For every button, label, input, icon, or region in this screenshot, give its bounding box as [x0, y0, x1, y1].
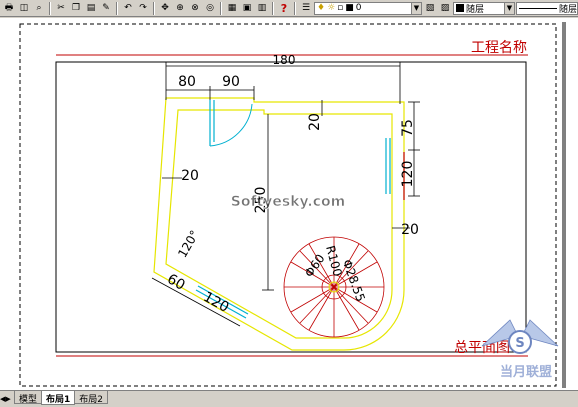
chevron-down-icon[interactable]: ▼ [504, 2, 514, 14]
watermark-text: Softyesky.com [231, 194, 345, 210]
zoom-previous-icon[interactable]: ◎ [203, 1, 217, 15]
properties-icon[interactable]: ▦ [225, 1, 239, 15]
linetype-dropdown[interactable]: 随层 [516, 1, 578, 15]
print-icon[interactable]: 🖶 [2, 1, 16, 15]
design-center-icon[interactable]: ▣ [240, 1, 254, 15]
logo-text: 当月联盟 [500, 364, 552, 380]
dim-right-top: 75 [400, 119, 416, 137]
layout-canvas[interactable]: 工程名称 总平面图 180 80 90 75 120 20 250 20 20 … [0, 18, 578, 390]
layer-bulb-icon: ♦ [317, 3, 326, 13]
color-value: 随层 [466, 4, 485, 15]
layer-previous-icon[interactable]: ▨ [438, 1, 452, 15]
zoom-window-icon[interactable]: ⊗ [188, 1, 202, 15]
dim-top-left: 80 [178, 74, 196, 90]
layout-tabs: ◀▶ 模型 布局1 布局2 [0, 390, 578, 407]
title-project-name: 工程名称 [471, 40, 527, 56]
tab-layout1[interactable]: 布局1 [41, 391, 76, 405]
paste-icon[interactable]: ▤ [84, 1, 98, 15]
drawing-svg: 工程名称 总平面图 180 80 90 75 120 20 250 20 20 … [0, 18, 578, 390]
layers-icon[interactable]: ☰ [299, 1, 313, 15]
plot-preview-icon[interactable]: ◫ [17, 1, 31, 15]
cut-icon[interactable]: ✂ [54, 1, 68, 15]
cad-window: 🖶 ◫ ⌕ ✂ ❐ ▤ ✎ ↶ ↷ ✥ ⊕ ⊗ ◎ ▦ ▣ ▥ ? ☰ ♦ ☼ … [0, 0, 578, 407]
find-icon[interactable]: ⌕ [32, 1, 46, 15]
help-button[interactable]: ? [277, 1, 291, 15]
svg-text:S: S [515, 336, 524, 351]
match-properties-icon[interactable]: ✎ [99, 1, 113, 15]
chevron-down-icon[interactable]: ▼ [411, 2, 421, 14]
tab-model[interactable]: 模型 [14, 391, 43, 405]
color-dropdown[interactable]: 随层 ▼ [453, 1, 515, 15]
tab-layout2[interactable]: 布局2 [74, 391, 109, 405]
dim-right-mid: 120 [400, 161, 416, 188]
dim-upper-20: 20 [307, 113, 323, 131]
layer-sun-icon: ☼ [327, 3, 336, 13]
layer-value: 0 [355, 3, 362, 13]
dim-top-overall: 180 [273, 53, 296, 67]
title-plan: 总平面图 [454, 340, 510, 356]
zoom-realtime-icon[interactable]: ⊕ [173, 1, 187, 15]
dim-top-right: 90 [222, 74, 240, 90]
pan-icon[interactable]: ✥ [158, 1, 172, 15]
copy-icon[interactable]: ❐ [69, 1, 83, 15]
redo-icon[interactable]: ↷ [136, 1, 150, 15]
linetype-value: 随层 [558, 4, 577, 15]
layer-color-icon: ■ [345, 3, 354, 13]
layer-lock-icon: ▫ [337, 3, 344, 13]
undo-icon[interactable]: ↶ [121, 1, 135, 15]
make-layer-current-icon[interactable]: ▧ [423, 1, 437, 15]
layer-dropdown[interactable]: ♦ ☼ ▫ ■ 0 ▼ [314, 1, 422, 15]
tool-palette-icon[interactable]: ▥ [255, 1, 269, 15]
dim-right-20: 20 [401, 222, 419, 238]
color-swatch [456, 4, 464, 12]
standard-toolbar: 🖶 ◫ ⌕ ✂ ❐ ▤ ✎ ↶ ↷ ✥ ⊕ ⊗ ◎ ▦ ▣ ▥ ? ☰ ♦ ☼ … [0, 0, 578, 17]
dim-left-20: 20 [181, 168, 199, 184]
tab-nav-arrows-icon[interactable]: ◀▶ [0, 393, 13, 405]
linetype-sample [519, 7, 557, 9]
